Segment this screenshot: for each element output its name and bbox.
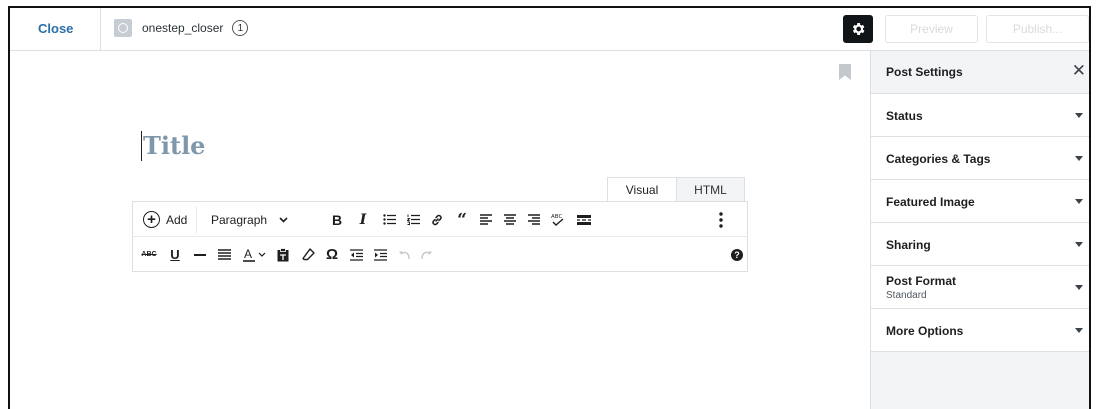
plus-circle-icon: + (143, 211, 160, 228)
sidebar-item-label: Post Format (886, 274, 957, 288)
gear-icon (852, 23, 865, 35)
sidebar-item-post-format[interactable]: Post Format Standard (871, 266, 1089, 309)
underline-icon[interactable]: U (168, 237, 182, 272)
redo-icon[interactable] (418, 237, 434, 272)
sidebar-header: Post Settings ✕ (871, 51, 1089, 94)
bulleted-list-icon[interactable] (381, 202, 397, 237)
caret-down-icon (1075, 328, 1083, 333)
toolbar-row-2: ABC U A Ω ? (133, 237, 747, 272)
align-right-icon[interactable] (526, 202, 542, 237)
sidebar-item-featured-image[interactable]: Featured Image (871, 180, 1089, 223)
sidebar-item-label: Sharing (886, 238, 931, 252)
tab-visual[interactable]: Visual (607, 177, 677, 201)
sidebar-item-label: Status (886, 109, 923, 123)
format-select-value: Paragraph (211, 212, 268, 227)
preview-button[interactable]: Preview (885, 15, 978, 43)
site-count-badge: 1 (232, 20, 249, 36)
title-input[interactable]: Title (143, 131, 205, 160)
align-center-icon[interactable] (502, 202, 518, 237)
svg-text:A: A (244, 248, 252, 261)
outdent-icon[interactable] (348, 237, 364, 272)
clear-formatting-icon[interactable] (300, 237, 316, 272)
editor-area: Title Visual HTML + Add Paragraph B I “ … (10, 51, 870, 409)
strikethrough-icon[interactable]: ABC (141, 237, 157, 272)
sidebar-item-categories-tags[interactable]: Categories & Tags (871, 137, 1089, 180)
align-left-icon[interactable] (478, 202, 494, 237)
spellcheck-icon[interactable]: ABC (549, 202, 567, 237)
close-button[interactable]: Close (38, 21, 73, 36)
italic-icon[interactable]: I (355, 202, 371, 237)
indent-icon[interactable] (372, 237, 388, 272)
format-select[interactable]: Paragraph (211, 202, 288, 237)
topbar-divider (100, 8, 101, 51)
toolbar-row-1: + Add Paragraph B I “ ABC (133, 202, 747, 237)
publish-button[interactable]: Publish... (986, 15, 1089, 43)
undo-icon[interactable] (396, 237, 412, 272)
paste-text-icon[interactable] (275, 237, 291, 272)
blockquote-icon[interactable]: “ (454, 202, 470, 237)
post-settings-sidebar: Post Settings ✕ Status Categories & Tags… (870, 51, 1089, 409)
post-format-value: Standard (886, 290, 927, 301)
special-character-icon[interactable]: Ω (324, 237, 340, 272)
text-color-icon[interactable]: A (242, 237, 270, 272)
more-vertical-icon[interactable] (715, 202, 727, 237)
text-cursor (141, 131, 142, 161)
justify-icon[interactable] (216, 237, 232, 272)
top-bar: Close onestep_closer 1 Preview Publish..… (10, 8, 1089, 51)
caret-down-icon (1075, 285, 1083, 290)
caret-down-icon (1075, 156, 1083, 161)
editor-mode-tabs: Visual HTML (607, 177, 745, 201)
settings-button[interactable] (843, 15, 873, 43)
formatting-toolbar: + Add Paragraph B I “ ABC ABC U A Ω ? (132, 201, 748, 272)
sidebar-item-more-options[interactable]: More Options (871, 309, 1089, 352)
toolbar-separator (196, 206, 197, 233)
caret-down-icon (1075, 113, 1083, 118)
more-tag-icon[interactable] (575, 202, 593, 237)
svg-text:ABC: ABC (551, 214, 562, 220)
chevron-down-icon (279, 216, 288, 223)
help-icon[interactable]: ? (730, 237, 744, 272)
close-icon[interactable]: ✕ (1072, 62, 1086, 79)
site-icon (114, 19, 132, 37)
sidebar-title: Post Settings (886, 65, 963, 79)
tab-html[interactable]: HTML (677, 177, 745, 201)
sidebar-item-sharing[interactable]: Sharing (871, 223, 1089, 266)
link-icon[interactable] (429, 202, 445, 237)
caret-down-icon (1075, 242, 1083, 247)
add-label: Add (166, 212, 188, 227)
caret-down-icon (1075, 199, 1083, 204)
sidebar-item-label: More Options (886, 324, 964, 338)
horizontal-line-icon[interactable] (193, 237, 207, 272)
app-window: Close onestep_closer 1 Preview Publish..… (8, 6, 1091, 409)
bookmark-icon[interactable] (839, 64, 851, 80)
bold-icon[interactable]: B (329, 202, 345, 237)
sidebar-item-status[interactable]: Status (871, 94, 1089, 137)
numbered-list-icon[interactable] (405, 202, 421, 237)
site-switcher[interactable]: onestep_closer 1 (114, 19, 249, 37)
sidebar-item-label: Categories & Tags (886, 152, 991, 166)
site-name: onestep_closer (142, 21, 224, 35)
add-media-button[interactable]: + Add (143, 202, 187, 237)
sidebar-item-label: Featured Image (886, 195, 975, 209)
